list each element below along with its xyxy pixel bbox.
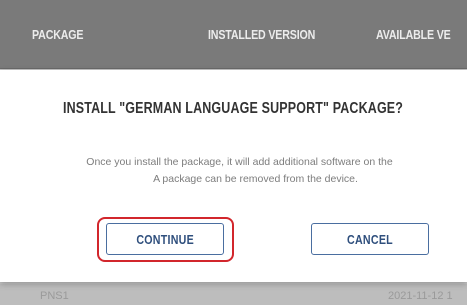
cancel-button-label: CANCEL <box>347 232 393 247</box>
dialog-message-line-2: A package can be removed from the device… <box>153 173 358 185</box>
install-package-dialog: INSTALL "GERMAN LANGUAGE SUPPORT" PACKAG… <box>0 70 467 282</box>
table-header: PACKAGE INSTALLED VERSION AVAILABLE VE <box>0 0 467 69</box>
dialog-message: Once you install the package, it will ad… <box>0 154 467 188</box>
cancel-button[interactable]: CANCEL <box>311 223 429 255</box>
dialog-message-line-1: Once you install the package, it will ad… <box>86 156 393 168</box>
dialog-title: INSTALL "GERMAN LANGUAGE SUPPORT" PACKAG… <box>0 100 467 118</box>
continue-button[interactable]: CONTINUE <box>106 223 224 255</box>
column-header-package[interactable]: PACKAGE <box>32 27 84 42</box>
screen: PACKAGE INSTALLED VERSION AVAILABLE VE P… <box>0 0 467 305</box>
dialog-title-text: INSTALL "GERMAN LANGUAGE SUPPORT" PACKAG… <box>63 100 404 117</box>
table-row-package-name: PNS1 <box>40 290 69 302</box>
continue-button-label: CONTINUE <box>136 232 194 247</box>
column-header-available-version[interactable]: AVAILABLE VE <box>376 27 451 42</box>
column-header-installed-version[interactable]: INSTALLED VERSION <box>208 27 315 42</box>
table-row-date: 2021-11-12 1 <box>388 290 453 302</box>
